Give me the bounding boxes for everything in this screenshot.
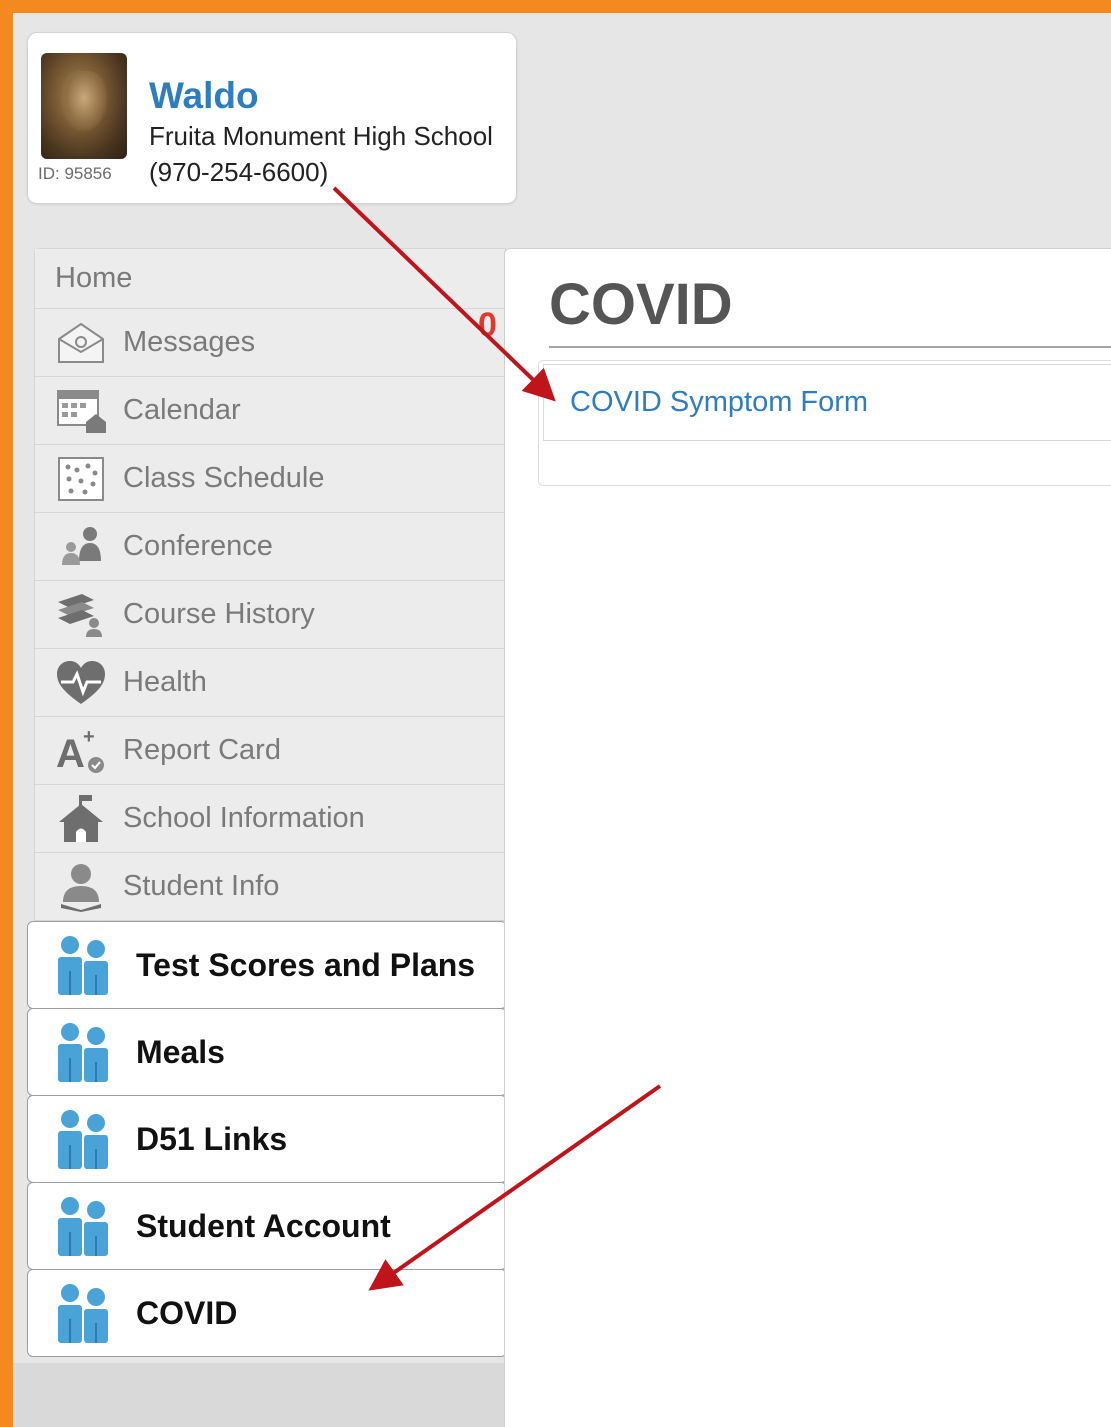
books-icon (55, 589, 107, 641)
tile-d51-links[interactable]: D51 Links (27, 1095, 507, 1183)
student-person-icon (55, 861, 107, 913)
sidebar-item-student-info[interactable]: Student Info (35, 853, 505, 920)
student-name[interactable]: Waldo (149, 75, 259, 117)
list-item: COVID Symptom Form (543, 364, 1111, 441)
people-group-icon (58, 1110, 108, 1169)
tile-student-account[interactable]: Student Account (27, 1182, 507, 1270)
conference-people-icon (55, 521, 107, 573)
school-phone: (970-254-6600) (149, 157, 329, 187)
svg-text:A: A (56, 732, 85, 775)
sidebar-item-calendar[interactable]: Calendar (35, 377, 505, 445)
schedule-grid-icon (55, 453, 107, 505)
page-title: COVID (549, 272, 733, 337)
people-group-icon (58, 936, 108, 995)
sidebar-item-label: Messages (123, 326, 256, 358)
sidebar-item-conference[interactable]: Conference (35, 513, 505, 581)
student-id: ID: 95856 (38, 164, 112, 183)
people-group-icon (58, 1284, 108, 1343)
people-group-icon (58, 1023, 108, 1082)
report-card-grade-icon: A + (55, 725, 107, 777)
school-name: Fruita Monument High School (149, 121, 493, 151)
tile-test-scores-and-plans[interactable]: Test Scores and Plans (27, 921, 507, 1009)
tile-label: D51 Links (136, 1120, 288, 1157)
covid-symptom-form-link[interactable]: COVID Symptom Form (570, 386, 868, 419)
sidebar-footer-area (13, 1363, 505, 1427)
title-divider (549, 346, 1111, 348)
sidebar-item-label: Student Info (123, 870, 280, 902)
tile-label: Meals (136, 1033, 225, 1070)
heart-pulse-icon (55, 657, 107, 709)
calendar-icon (55, 385, 107, 437)
sidebar-item-home[interactable]: Home (35, 249, 505, 309)
sidebar-item-label: Calendar (123, 394, 241, 426)
tile-label: Test Scores and Plans (136, 946, 476, 983)
sidebar-item-health[interactable]: Health (35, 649, 505, 717)
sidebar-item-messages[interactable]: Messages 0 (35, 306, 505, 377)
tile-meals[interactable]: Meals (27, 1008, 507, 1096)
student-photo (41, 53, 127, 159)
tile-label: Student Account (136, 1207, 391, 1244)
sidebar-item-school-information[interactable]: School Information (35, 785, 505, 853)
student-header-card[interactable]: ID: 95856 Waldo Fruita Monument High Sch… (27, 32, 517, 204)
links-panel: COVID Symptom Form (538, 360, 1111, 486)
sidebar-item-report-card[interactable]: A + Report Card (35, 717, 505, 785)
envelope-icon (55, 317, 107, 369)
sidebar-item-label: Course History (123, 598, 315, 630)
sidebar-nav: Home Messages 0 Calendar Class Schedule (34, 248, 506, 921)
tile-covid[interactable]: COVID (27, 1269, 507, 1357)
message-count-badge: 0 (478, 306, 497, 344)
sidebar-item-label: School Information (123, 802, 365, 834)
sidebar-item-class-schedule[interactable]: Class Schedule (35, 445, 505, 513)
svg-text:+: + (83, 727, 95, 748)
sidebar-item-label: Class Schedule (123, 462, 325, 494)
sidebar-item-label: Report Card (123, 734, 281, 766)
main-content: COVID COVID Symptom Form (504, 248, 1111, 1427)
schoolhouse-icon (55, 793, 107, 845)
sidebar-item-label: Health (123, 666, 207, 698)
sidebar-item-label: Conference (123, 530, 273, 562)
sidebar-item-label: Home (55, 262, 133, 294)
people-group-icon (58, 1197, 108, 1256)
sidebar-item-course-history[interactable]: Course History (35, 581, 505, 649)
page-background: ID: 95856 Waldo Fruita Monument High Sch… (13, 13, 1111, 1427)
tile-label: COVID (136, 1294, 238, 1331)
